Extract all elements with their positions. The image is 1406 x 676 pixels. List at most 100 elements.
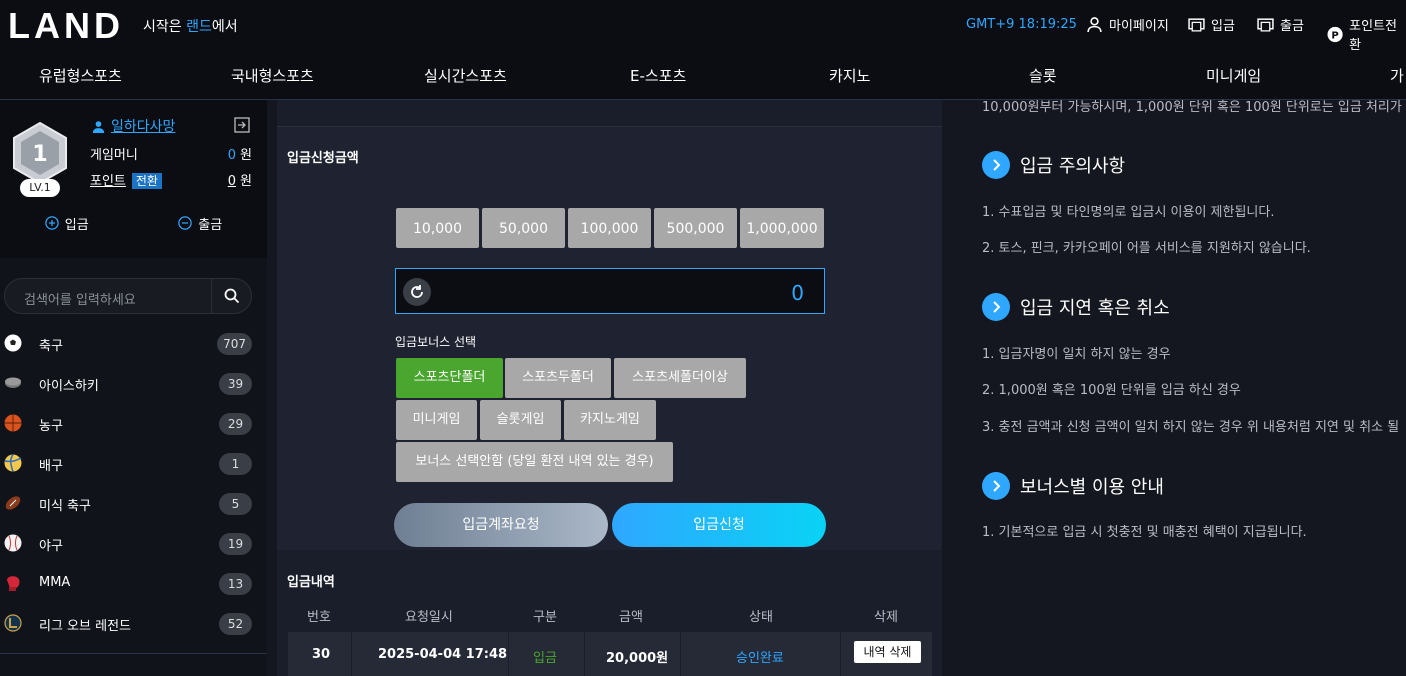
menu-live-sports[interactable]: 실시간스포츠 bbox=[424, 65, 507, 86]
slogan: 시작은 랜드에서 bbox=[143, 19, 238, 35]
sport-item-icehockey[interactable]: 아이스하키 39 bbox=[0, 364, 267, 404]
volleyball-icon bbox=[4, 454, 22, 472]
deposit-form: 입금신청금액 10,000 50,000 100,000 500,000 1,0… bbox=[277, 126, 942, 550]
football-icon bbox=[5, 496, 21, 510]
lol-icon bbox=[4, 614, 22, 632]
mypage-link[interactable]: 마이페이지 bbox=[1086, 15, 1169, 34]
menu-domestic-sports[interactable]: 국내형스포츠 bbox=[231, 65, 314, 86]
withdraw-icon bbox=[1257, 18, 1274, 32]
account-request-button[interactable]: 입금계좌요청 bbox=[394, 503, 608, 547]
boxing-glove-icon bbox=[7, 576, 20, 591]
menu-more[interactable]: 가 bbox=[1390, 65, 1404, 86]
sport-item-mma[interactable]: MMA 13 bbox=[0, 564, 267, 604]
bonus-casino[interactable]: 카지노게임 bbox=[564, 400, 656, 440]
amount-input[interactable]: 0 bbox=[395, 268, 825, 314]
sport-name: 배구 bbox=[39, 459, 63, 474]
row-type: 입금 bbox=[533, 651, 557, 666]
point-convert-link[interactable]: P 포인트전환 bbox=[1327, 15, 1406, 53]
sport-item-lol[interactable]: 리그 오브 레전드 52 bbox=[0, 604, 267, 644]
game-money-value: 0 bbox=[227, 148, 237, 163]
notice-heading: 입금 지연 혹은 취소 bbox=[982, 293, 1170, 321]
cell-divider bbox=[840, 632, 841, 676]
sport-item-soccer[interactable]: 축구 707 bbox=[0, 324, 267, 364]
hockey-puck-icon bbox=[5, 377, 21, 388]
bonus-slot[interactable]: 슬롯게임 bbox=[480, 400, 561, 440]
notice-line: 3. 충전 금액과 신청 금액이 일치 하지 않는 경우 위 내용처럼 지연 및… bbox=[982, 420, 1400, 435]
sport-item-basketball[interactable]: 농구 29 bbox=[0, 404, 267, 444]
plus-circle-icon bbox=[45, 216, 59, 230]
menu-european-sports[interactable]: 유럽형스포츠 bbox=[39, 65, 122, 86]
bonus-none[interactable]: 보너스 선택안함 (당일 환전 내역 있는 경우) bbox=[396, 442, 673, 482]
col-status: 상태 bbox=[749, 610, 773, 625]
sport-item-volleyball[interactable]: 배구 1 bbox=[0, 444, 267, 484]
amount-button-50000[interactable]: 50,000 bbox=[482, 208, 565, 248]
username-link[interactable]: 일하다사망 bbox=[92, 116, 175, 136]
amount-button-1000000[interactable]: 1,000,000 bbox=[740, 208, 824, 248]
server-clock: GMT+9 18:19:25 bbox=[966, 17, 1077, 32]
deposit-link[interactable]: 입금 bbox=[1188, 15, 1235, 34]
amount-button-100000[interactable]: 100,000 bbox=[568, 208, 651, 248]
quick-buttons: 입금 출금 bbox=[0, 208, 267, 238]
search-divider bbox=[211, 279, 212, 313]
cell-divider bbox=[351, 632, 352, 676]
convert-button[interactable]: 전환 bbox=[131, 173, 162, 189]
reset-button[interactable] bbox=[403, 278, 431, 306]
deposit-button-label: 입금 bbox=[64, 217, 89, 233]
amount-value: 0 bbox=[791, 281, 804, 305]
chevron-right-icon bbox=[982, 293, 1010, 321]
search-icon[interactable] bbox=[224, 288, 240, 304]
sidebar-deposit-button[interactable]: 입금 bbox=[0, 208, 134, 238]
bonus-sports-triple[interactable]: 스포츠세폴더이상 bbox=[614, 358, 746, 398]
profile-card: 1 LV.1 일하다사망 게임머니 0원 포인트 전환 0원 입금 출금 bbox=[0, 100, 267, 258]
deposit-submit-button[interactable]: 입금신청 bbox=[612, 503, 826, 547]
menu-esports[interactable]: E-스포츠 bbox=[630, 65, 686, 86]
menu-minigame[interactable]: 미니게임 bbox=[1206, 65, 1261, 86]
notice-panel: 10,000원부터 가능하시며, 1,000원 단위 혹은 100원 단위로는 … bbox=[952, 100, 1406, 676]
search-input[interactable]: 검색어를 입력하세요 bbox=[24, 289, 136, 308]
sport-name: 아이스하키 bbox=[39, 379, 99, 394]
chevron-right-icon bbox=[982, 472, 1010, 500]
amount-button-500000[interactable]: 500,000 bbox=[654, 208, 737, 248]
sport-count: 13 bbox=[219, 573, 252, 595]
deposit-label: 입금 bbox=[1211, 19, 1235, 34]
delete-history-button[interactable]: 내역 삭제 bbox=[854, 641, 921, 663]
soccer-ball-icon bbox=[4, 334, 22, 352]
menu-slot[interactable]: 슬롯 bbox=[1029, 65, 1057, 86]
unit: 원 bbox=[240, 174, 252, 189]
bonus-sports-single[interactable]: 스포츠단폴더 bbox=[396, 358, 503, 398]
sidebar-withdraw-button[interactable]: 출금 bbox=[134, 208, 268, 238]
level-label: LV.1 bbox=[20, 179, 60, 197]
sport-name: MMA bbox=[39, 575, 71, 590]
sport-name: 농구 bbox=[39, 419, 63, 434]
sport-count: 39 bbox=[219, 373, 252, 395]
sport-count: 1 bbox=[219, 453, 252, 475]
point-label[interactable]: 포인트 bbox=[90, 174, 126, 189]
notice-heading: 보너스별 이용 안내 bbox=[982, 472, 1164, 500]
search-box: 검색어를 입력하세요 bbox=[4, 278, 252, 314]
cell-divider bbox=[508, 632, 509, 676]
logout-icon[interactable] bbox=[234, 117, 250, 133]
top-bar: LAND 시작은 랜드에서 GMT+9 18:19:25 마이페이지 입금 출금… bbox=[0, 0, 1406, 53]
sport-count: 19 bbox=[219, 533, 252, 555]
bonus-minigame[interactable]: 미니게임 bbox=[396, 400, 477, 440]
sidebar: 1 LV.1 일하다사망 게임머니 0원 포인트 전환 0원 입금 출금 검색어… bbox=[0, 100, 267, 676]
user-icon bbox=[1087, 17, 1102, 33]
withdraw-link[interactable]: 출금 bbox=[1257, 15, 1304, 34]
menu-casino[interactable]: 카지노 bbox=[829, 65, 870, 86]
notice-line: 2. 1,000원 혹은 100원 단위를 입금 하신 경우 bbox=[982, 383, 1241, 398]
chevron-right-icon bbox=[982, 151, 1010, 179]
level-badge-icon: 1 bbox=[13, 122, 67, 184]
baseball-icon bbox=[4, 534, 22, 552]
bonus-sports-double[interactable]: 스포츠두폴더 bbox=[505, 358, 611, 398]
col-datetime: 요청일시 bbox=[405, 610, 453, 625]
sport-item-american-football[interactable]: 미식 축구 5 bbox=[0, 484, 267, 524]
sport-item-baseball[interactable]: 야구 19 bbox=[0, 524, 267, 564]
deposit-main: 입금신청금액 10,000 50,000 100,000 500,000 1,0… bbox=[277, 100, 942, 676]
row-datetime: 2025-04-04 17:48 bbox=[378, 647, 508, 662]
sport-name: 미식 축구 bbox=[39, 499, 91, 514]
sport-count: 707 bbox=[217, 333, 252, 355]
notice-heading-title: 보너스별 이용 안내 bbox=[1020, 477, 1164, 498]
col-delete: 삭제 bbox=[874, 610, 898, 625]
amount-button-10000[interactable]: 10,000 bbox=[396, 208, 479, 248]
logo[interactable]: LAND bbox=[8, 8, 124, 44]
